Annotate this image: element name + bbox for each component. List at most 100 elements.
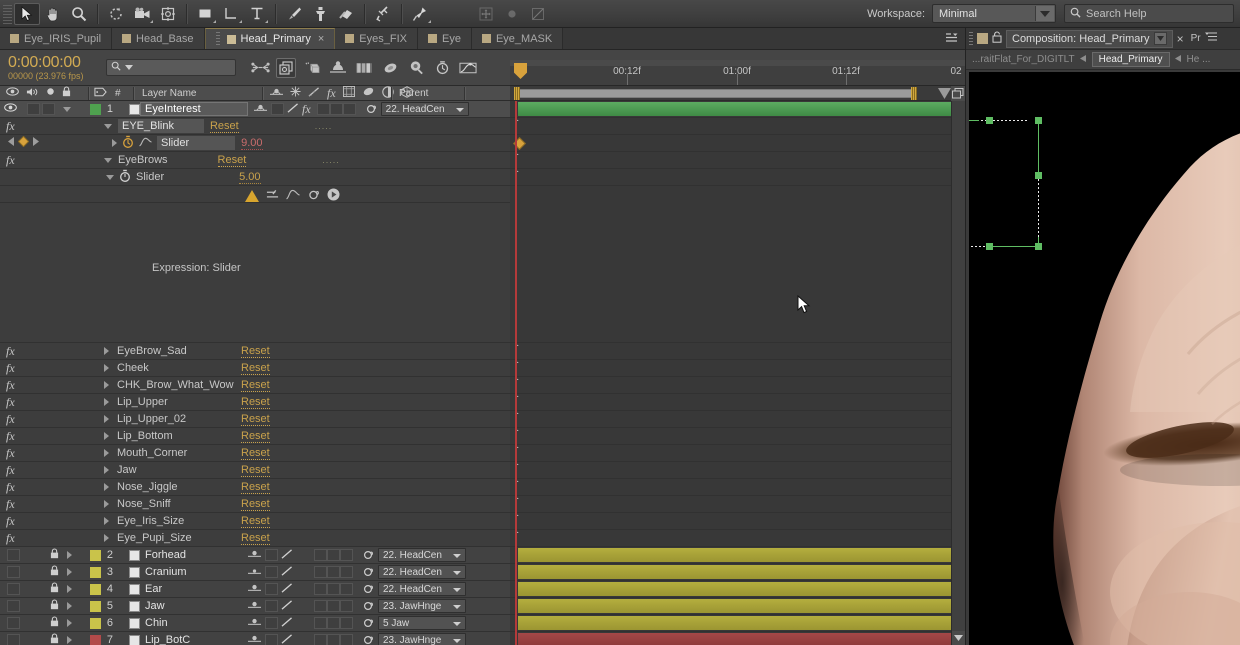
align-layers-icon[interactable]	[525, 3, 551, 25]
collapse-toggle[interactable]	[265, 566, 278, 578]
property-row[interactable]: Slider 5.00	[0, 169, 510, 186]
lock-icon[interactable]	[992, 31, 1002, 46]
track-row[interactable]	[510, 101, 965, 118]
expression-graph-icon[interactable]	[286, 189, 300, 203]
roto-brush-tool-icon[interactable]	[370, 3, 396, 25]
collapse-toggle[interactable]	[271, 103, 284, 115]
3d-toggle[interactable]	[340, 549, 353, 561]
3d-toggle[interactable]	[340, 617, 353, 629]
reset-link[interactable]: Reset	[241, 413, 270, 426]
motion-blur-toggle[interactable]	[327, 566, 340, 578]
track-row[interactable]: ⌠	[510, 169, 965, 186]
effects-icon[interactable]: fx	[0, 463, 26, 478]
table-row[interactable]: 6 Chin 5 Jaw	[0, 615, 510, 632]
effect-group-row[interactable]: fx EyeBrows Reset .....	[0, 152, 510, 169]
chevron-right-icon[interactable]	[104, 500, 109, 508]
3d-toggle[interactable]	[340, 566, 353, 578]
layer-duration-bar[interactable]	[518, 633, 951, 645]
video-toggle[interactable]	[7, 549, 20, 561]
search-help-input[interactable]: Search Help	[1064, 4, 1234, 23]
frame-blending-icon[interactable]	[354, 58, 374, 78]
track-row[interactable]: ⌠	[510, 118, 965, 135]
quality-icon[interactable]	[281, 616, 293, 630]
layer-name[interactable]: Chin	[145, 617, 248, 629]
effects-icon[interactable]: fx	[0, 361, 26, 376]
chevron-right-icon[interactable]	[104, 449, 109, 457]
pick-whip-icon[interactable]	[362, 617, 374, 629]
track-row[interactable]	[510, 135, 965, 152]
shy-icon[interactable]	[248, 583, 261, 595]
parent-dropdown[interactable]: 23. JawHnge	[378, 633, 466, 645]
collapse-transformations-icon[interactable]	[290, 86, 301, 100]
motion-blur-toggle[interactable]	[327, 583, 340, 595]
draft-3d-icon[interactable]	[276, 57, 296, 78]
track-row[interactable]: ⌠	[510, 343, 965, 360]
quality-icon[interactable]	[281, 599, 293, 613]
motion-blur-layer-icon[interactable]	[362, 86, 375, 100]
3d-toggle[interactable]	[342, 103, 356, 115]
table-row[interactable]: 4 Ear 22. HeadCen	[0, 581, 510, 598]
selection-handle-top-left[interactable]	[986, 117, 993, 124]
label-color-swatch[interactable]	[90, 583, 101, 595]
chevron-right-icon[interactable]	[104, 517, 109, 525]
reset-link[interactable]: Reset	[241, 430, 270, 443]
track-row[interactable]: ⌠	[510, 394, 965, 411]
track-row-expression-span[interactable]	[510, 186, 965, 343]
renderer-options-icon[interactable]	[302, 58, 322, 78]
effect-group-row[interactable]: fx EYE_Blink Reset .....	[0, 118, 510, 135]
label-color-swatch[interactable]	[90, 566, 101, 578]
parent-dropdown[interactable]: 23. JawHnge	[378, 599, 466, 613]
layer-name[interactable]: Lip_BotC	[145, 634, 248, 645]
effect-name[interactable]: Lip_Upper_02	[117, 413, 241, 425]
selection-handle-mid-right[interactable]	[1035, 172, 1042, 179]
label-color-swatch[interactable]	[90, 600, 101, 612]
table-row[interactable]: fx EyeBrow_Sad Reset	[0, 343, 510, 360]
stopwatch-icon[interactable]	[122, 135, 134, 151]
table-row[interactable]: fx Nose_Sniff Reset	[0, 496, 510, 513]
shy-icon[interactable]	[248, 566, 261, 578]
effects-icon[interactable]: fx	[0, 480, 26, 495]
layer-name[interactable]: Forhead	[145, 549, 248, 561]
track-row[interactable]: ⌠	[510, 530, 965, 547]
playhead-line[interactable]	[515, 101, 517, 645]
table-row[interactable]: 2 Forhead 22. HeadCen	[0, 547, 510, 564]
track-row[interactable]: ⌠	[510, 462, 965, 479]
graph-editor-icon[interactable]	[458, 58, 478, 78]
lock-icon[interactable]	[50, 548, 59, 562]
shy-icon[interactable]	[254, 103, 267, 115]
table-row[interactable]: fx Lip_Upper Reset	[0, 394, 510, 411]
parent-column-header[interactable]: Parent	[392, 86, 464, 101]
solo-toggle[interactable]	[42, 103, 55, 115]
keyframe-toggle-icon[interactable]	[17, 135, 30, 150]
selection-handle-bottom-left[interactable]	[986, 243, 993, 250]
shy-icon[interactable]	[248, 600, 261, 612]
effects-icon[interactable]: fx	[0, 395, 26, 410]
lock-toggle[interactable]	[63, 106, 71, 112]
layer-duration-bar[interactable]	[518, 616, 951, 630]
frame-blend-toggle[interactable]	[316, 103, 330, 115]
table-row[interactable]: fx CHK_Brow_What_Wow Reset	[0, 377, 510, 394]
reset-link[interactable]: Reset	[241, 464, 270, 477]
chevron-down-icon[interactable]	[104, 157, 112, 163]
solo-icon[interactable]	[46, 87, 55, 99]
video-toggle[interactable]	[7, 566, 20, 578]
shy-icon[interactable]	[248, 617, 261, 629]
effects-icon[interactable]: fx	[0, 446, 26, 461]
lock-icon[interactable]	[50, 582, 59, 596]
brainstorm-icon[interactable]	[406, 58, 426, 78]
chevron-right-icon[interactable]	[104, 364, 109, 372]
pan-behind-tool-icon[interactable]	[155, 3, 181, 25]
type-tool-icon[interactable]	[244, 3, 270, 25]
table-row[interactable]: 7 Lip_BotC 23. JawHnge	[0, 632, 510, 645]
parent-dropdown[interactable]: 22. HeadCen	[378, 565, 466, 579]
current-timecode[interactable]: 0:00:00:00	[8, 54, 100, 71]
chevron-right-icon[interactable]	[104, 432, 109, 440]
video-toggle[interactable]	[7, 634, 20, 645]
chevron-down-icon[interactable]	[106, 174, 114, 180]
timeline-tracks[interactable]: ⌠ ⌠ ⌠ ⌠ ⌠ ⌠ ⌠ ⌠ ⌠ ⌠ ⌠ ⌠ ⌠ ⌠ ⌠	[510, 101, 965, 645]
motion-blur-icon[interactable]	[380, 58, 400, 78]
chevron-right-icon[interactable]	[67, 551, 72, 559]
reset-link[interactable]: Reset	[241, 481, 270, 494]
effects-icon[interactable]: fx	[0, 119, 26, 134]
effect-name[interactable]: Nose_Sniff	[117, 498, 241, 510]
